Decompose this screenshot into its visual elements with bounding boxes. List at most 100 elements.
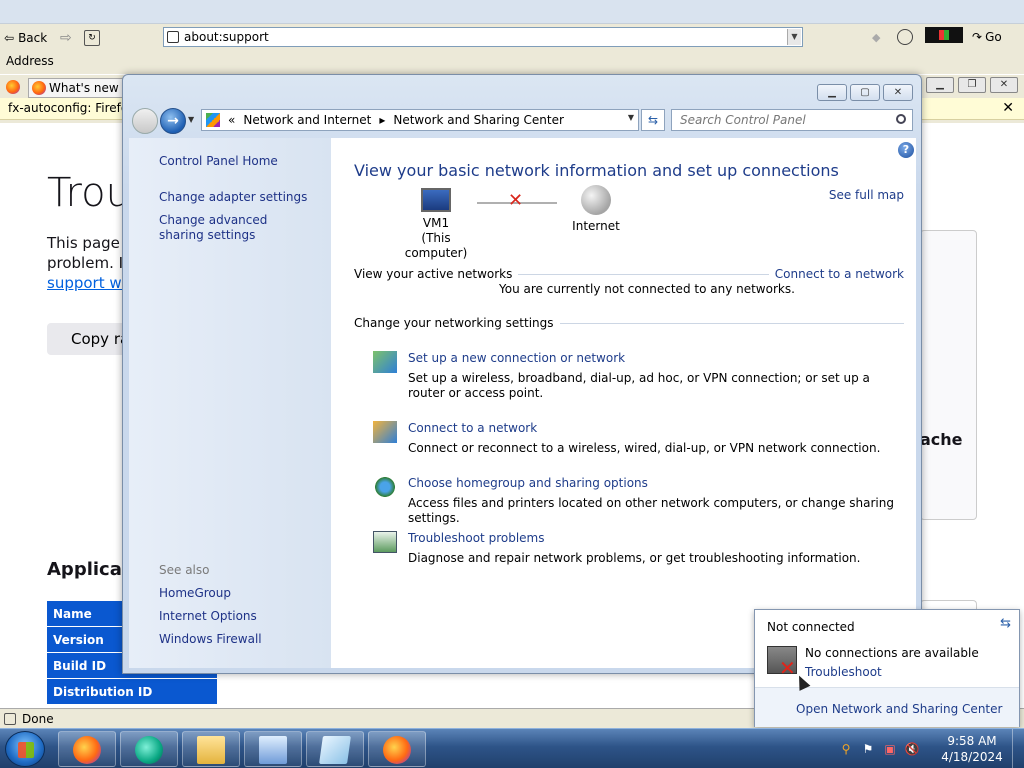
forward-button[interactable]: ⇨ [60,28,72,48]
network-status-icon[interactable]: ▣ [882,741,898,757]
flyout-footer: Open Network and Sharing Center [755,687,1019,727]
clock-date: 4/18/2024 [941,750,1003,764]
taskbar-notepad[interactable] [306,731,364,767]
change-advanced-sharing-link[interactable]: Change advanced sharing settings [159,213,309,243]
firefox-icon[interactable] [6,80,20,94]
breadcrumb-sharing-center[interactable]: Network and Sharing Center [393,113,564,127]
setup-connection-link[interactable]: Set up a new connection or network [408,351,625,365]
browser-restore-button[interactable]: ❐ [958,77,986,93]
action-center-flag-icon[interactable]: ⚑ [860,741,876,757]
notepad-icon [319,736,351,764]
taskbar-control-panel[interactable] [244,731,302,767]
status-page-icon [4,713,16,725]
active-networks-label: View your active networks [354,267,513,281]
recent-pages-icon[interactable]: ▼ [188,115,194,124]
internet-label: Internet [572,219,620,233]
main-content: ? View your basic network information an… [331,138,916,668]
breadcrumb-overflow[interactable]: « [228,113,235,127]
windows-firewall-link[interactable]: Windows Firewall [159,632,262,647]
firefox-icon [73,736,101,764]
start-button[interactable] [5,731,45,767]
connect-network-desc: Connect or reconnect to a wireless, wire… [408,441,881,455]
firefox-tab-icon [32,81,46,95]
taskbar-explorer[interactable] [182,731,240,767]
divider [518,273,769,275]
internet-node[interactable]: Internet [561,185,631,234]
change-adapter-settings-link[interactable]: Change adapter settings [159,190,307,205]
back-button[interactable]: ⇦ Back [4,28,47,48]
taskbar-firefox[interactable] [58,731,116,767]
new-connection-icon [373,351,397,373]
address-input[interactable]: about:support ▼ [163,27,803,47]
search-input[interactable]: Search Control Panel [671,109,913,131]
open-sharing-center-link[interactable]: Open Network and Sharing Center [796,702,1002,716]
go-button[interactable]: ↷ Go [972,30,1002,44]
breadcrumb-separator-icon[interactable]: ▸ [379,113,385,127]
network-sharing-center-window: ▁ ▢ ✕ → ▼ « Network and Internet ▸ Netwo… [122,74,922,674]
troubleshoot-link[interactable]: Troubleshoot [805,665,882,679]
see-full-map-link[interactable]: See full map [829,188,904,202]
help-icon[interactable]: ? [898,142,914,158]
troubleshoot-icon [373,531,397,553]
account-icon[interactable] [897,29,913,45]
window-controls: ▁ ▢ ✕ [817,84,913,101]
change-settings-row: Change your networking settings [354,316,904,330]
go-label: Go [985,30,1002,44]
breadcrumb-network-internet[interactable]: Network and Internet [243,113,371,127]
connect-to-network-link[interactable]: Connect to a network [775,267,904,281]
breadcrumb[interactable]: « Network and Internet ▸ Network and Sha… [201,109,639,131]
this-computer-node[interactable]: VM1 (This computer) [391,188,481,261]
show-desktop-button[interactable] [1012,729,1024,768]
taskbar: ⚲ ⚑ ▣ 🔇 9:58 AM 4/18/2024 [0,728,1024,768]
status-text: Done [22,712,54,726]
close-button[interactable]: ✕ [883,84,913,101]
system-tray: ⚲ ⚑ ▣ 🔇 [838,741,920,757]
search-icon[interactable] [896,114,906,124]
refresh-icon[interactable]: ⇆ [1000,616,1011,631]
folder-icon [197,736,225,764]
connect-network-link[interactable]: Connect to a network [408,421,537,435]
notification-text: fx-autoconfig: Firefox [8,101,135,115]
not-connected-message: You are currently not connected to any n… [499,282,795,296]
search-icon[interactable]: ⚲ [838,741,854,757]
back-label: Back [18,31,48,45]
status-dot-icon: ◆ [872,31,881,44]
back-button[interactable] [132,108,158,134]
internet-options-link[interactable]: Internet Options [159,609,257,624]
app-icon [135,736,163,764]
browser-minimize-button[interactable]: ▁ [926,77,954,93]
go-arrow-icon: ↷ [972,30,983,44]
tab-whats-new[interactable]: What's new w [28,78,128,98]
troubleshoot-link[interactable]: Troubleshoot problems [408,531,544,545]
troubleshoot-desc: Diagnose and repair network problems, or… [408,551,861,565]
throbber-logo [925,27,963,43]
homegroup-link[interactable]: HomeGroup [159,586,231,601]
taskbar-app[interactable] [120,731,178,767]
control-panel-home-link[interactable]: Control Panel Home [159,154,278,169]
side-panel [920,230,977,520]
address-dropdown-icon[interactable]: ▼ [787,29,801,45]
title-strip [0,0,1024,24]
active-networks-row: View your active networks Connect to a n… [354,267,904,281]
network-flyout: Not connected ⇆ ✕ No connections are ava… [754,609,1020,727]
error-x-icon: ✕ [779,656,796,680]
volume-muted-icon[interactable]: 🔇 [904,741,920,757]
divider [559,322,904,324]
notification-close-icon[interactable]: ✕ [1002,98,1014,118]
forward-button[interactable]: → [160,108,186,134]
browser-close-button[interactable]: ✕ [990,77,1018,93]
address-dropdown-icon[interactable]: ▼ [628,113,634,122]
disconnected-x-icon[interactable]: ✕ [508,190,523,211]
maximize-button[interactable]: ▢ [850,84,880,101]
taskbar-firefox-2[interactable] [368,731,426,767]
firefox-icon [383,736,411,764]
clock[interactable]: 9:58 AM 4/18/2024 [940,733,1004,765]
search-placeholder: Search Control Panel [680,113,806,127]
setup-connection-desc: Set up a wireless, broadband, dial-up, a… [408,371,870,400]
table-row: Distribution ID [47,679,217,705]
address-label: Address [6,54,54,68]
refresh-icon[interactable]: ⇆ [641,109,665,131]
minimize-button[interactable]: ▁ [817,84,847,101]
reload-icon[interactable]: ↻ [84,30,100,46]
homegroup-sharing-link[interactable]: Choose homegroup and sharing options [408,476,648,490]
